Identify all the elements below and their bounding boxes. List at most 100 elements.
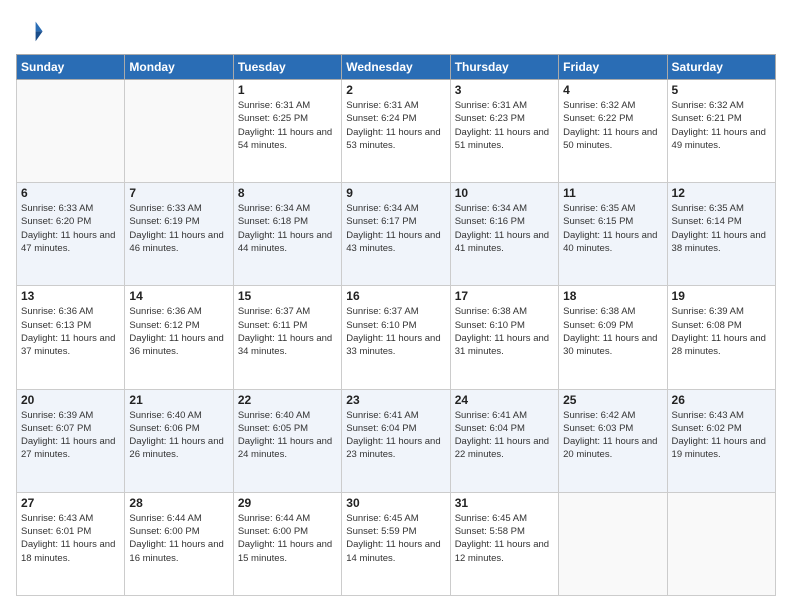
calendar-cell xyxy=(125,80,233,183)
day-info: Sunrise: 6:32 AMSunset: 6:21 PMDaylight:… xyxy=(672,99,771,152)
day-number: 2 xyxy=(346,83,445,97)
day-info: Sunrise: 6:34 AMSunset: 6:16 PMDaylight:… xyxy=(455,202,554,255)
day-info: Sunrise: 6:36 AMSunset: 6:13 PMDaylight:… xyxy=(21,305,120,358)
calendar-cell: 20 Sunrise: 6:39 AMSunset: 6:07 PMDayligh… xyxy=(17,389,125,492)
day-info: Sunrise: 6:33 AMSunset: 6:19 PMDaylight:… xyxy=(129,202,228,255)
day-info: Sunrise: 6:44 AMSunset: 6:00 PMDaylight:… xyxy=(129,512,228,565)
day-number: 13 xyxy=(21,289,120,303)
day-info: Sunrise: 6:40 AMSunset: 6:05 PMDaylight:… xyxy=(238,409,337,462)
day-number: 10 xyxy=(455,186,554,200)
week-row-4: 20 Sunrise: 6:39 AMSunset: 6:07 PMDayligh… xyxy=(17,389,776,492)
day-number: 15 xyxy=(238,289,337,303)
day-info: Sunrise: 6:41 AMSunset: 6:04 PMDaylight:… xyxy=(455,409,554,462)
day-info: Sunrise: 6:33 AMSunset: 6:20 PMDaylight:… xyxy=(21,202,120,255)
day-info: Sunrise: 6:39 AMSunset: 6:07 PMDaylight:… xyxy=(21,409,120,462)
weekday-header-tuesday: Tuesday xyxy=(233,55,341,80)
day-number: 6 xyxy=(21,186,120,200)
weekday-header-saturday: Saturday xyxy=(667,55,775,80)
day-number: 30 xyxy=(346,496,445,510)
weekday-header-monday: Monday xyxy=(125,55,233,80)
day-number: 22 xyxy=(238,393,337,407)
day-info: Sunrise: 6:42 AMSunset: 6:03 PMDaylight:… xyxy=(563,409,662,462)
calendar-table: SundayMondayTuesdayWednesdayThursdayFrid… xyxy=(16,54,776,596)
calendar-cell: 28 Sunrise: 6:44 AMSunset: 6:00 PMDayligh… xyxy=(125,492,233,595)
day-number: 31 xyxy=(455,496,554,510)
calendar-cell: 14 Sunrise: 6:36 AMSunset: 6:12 PMDayligh… xyxy=(125,286,233,389)
weekday-header-row: SundayMondayTuesdayWednesdayThursdayFrid… xyxy=(17,55,776,80)
calendar-cell: 17 Sunrise: 6:38 AMSunset: 6:10 PMDayligh… xyxy=(450,286,558,389)
logo xyxy=(16,16,48,44)
day-number: 20 xyxy=(21,393,120,407)
calendar-cell xyxy=(559,492,667,595)
week-row-1: 1Sunrise: 6:31 AMSunset: 6:25 PMDaylight… xyxy=(17,80,776,183)
day-number: 3 xyxy=(455,83,554,97)
day-info: Sunrise: 6:31 AMSunset: 6:25 PMDaylight:… xyxy=(238,99,337,152)
day-number: 14 xyxy=(129,289,228,303)
calendar-cell: 8Sunrise: 6:34 AMSunset: 6:18 PMDaylight… xyxy=(233,183,341,286)
calendar-cell: 21 Sunrise: 6:40 AMSunset: 6:06 PMDayligh… xyxy=(125,389,233,492)
calendar-cell: 5 Sunrise: 6:32 AMSunset: 6:21 PMDaylight… xyxy=(667,80,775,183)
day-info: Sunrise: 6:37 AMSunset: 6:11 PMDaylight:… xyxy=(238,305,337,358)
calendar-cell: 12 Sunrise: 6:35 AMSunset: 6:14 PMDayligh… xyxy=(667,183,775,286)
calendar-cell: 7 Sunrise: 6:33 AMSunset: 6:19 PMDaylight… xyxy=(125,183,233,286)
day-number: 27 xyxy=(21,496,120,510)
day-number: 17 xyxy=(455,289,554,303)
day-info: Sunrise: 6:43 AMSunset: 6:01 PMDaylight:… xyxy=(21,512,120,565)
calendar-cell: 4 Sunrise: 6:32 AMSunset: 6:22 PMDaylight… xyxy=(559,80,667,183)
weekday-header-friday: Friday xyxy=(559,55,667,80)
day-number: 12 xyxy=(672,186,771,200)
weekday-header-thursday: Thursday xyxy=(450,55,558,80)
day-number: 7 xyxy=(129,186,228,200)
day-number: 29 xyxy=(238,496,337,510)
calendar-cell xyxy=(667,492,775,595)
logo-icon xyxy=(16,16,44,44)
day-number: 21 xyxy=(129,393,228,407)
calendar-cell: 9 Sunrise: 6:34 AMSunset: 6:17 PMDaylight… xyxy=(342,183,450,286)
day-info: Sunrise: 6:36 AMSunset: 6:12 PMDaylight:… xyxy=(129,305,228,358)
day-number: 23 xyxy=(346,393,445,407)
day-number: 28 xyxy=(129,496,228,510)
day-info: Sunrise: 6:38 AMSunset: 6:10 PMDaylight:… xyxy=(455,305,554,358)
day-number: 19 xyxy=(672,289,771,303)
calendar-cell: 10 Sunrise: 6:34 AMSunset: 6:16 PMDayligh… xyxy=(450,183,558,286)
calendar-cell: 30Sunrise: 6:45 AMSunset: 5:59 PMDayligh… xyxy=(342,492,450,595)
week-row-3: 13 Sunrise: 6:36 AMSunset: 6:13 PMDayligh… xyxy=(17,286,776,389)
day-info: Sunrise: 6:34 AMSunset: 6:17 PMDaylight:… xyxy=(346,202,445,255)
calendar-cell: 22 Sunrise: 6:40 AMSunset: 6:05 PMDayligh… xyxy=(233,389,341,492)
day-info: Sunrise: 6:35 AMSunset: 6:14 PMDaylight:… xyxy=(672,202,771,255)
day-number: 8 xyxy=(238,186,337,200)
calendar-cell: 23 Sunrise: 6:41 AMSunset: 6:04 PMDayligh… xyxy=(342,389,450,492)
day-number: 4 xyxy=(563,83,662,97)
weekday-header-wednesday: Wednesday xyxy=(342,55,450,80)
day-number: 9 xyxy=(346,186,445,200)
calendar-cell: 3 Sunrise: 6:31 AMSunset: 6:23 PMDaylight… xyxy=(450,80,558,183)
calendar-cell: 13 Sunrise: 6:36 AMSunset: 6:13 PMDayligh… xyxy=(17,286,125,389)
day-number: 26 xyxy=(672,393,771,407)
day-info: Sunrise: 6:41 AMSunset: 6:04 PMDaylight:… xyxy=(346,409,445,462)
calendar-cell: 6 Sunrise: 6:33 AMSunset: 6:20 PMDaylight… xyxy=(17,183,125,286)
day-number: 25 xyxy=(563,393,662,407)
day-number: 18 xyxy=(563,289,662,303)
calendar-cell xyxy=(17,80,125,183)
day-number: 24 xyxy=(455,393,554,407)
calendar-cell: 1Sunrise: 6:31 AMSunset: 6:25 PMDaylight… xyxy=(233,80,341,183)
day-info: Sunrise: 6:38 AMSunset: 6:09 PMDaylight:… xyxy=(563,305,662,358)
day-number: 16 xyxy=(346,289,445,303)
day-info: Sunrise: 6:35 AMSunset: 6:15 PMDaylight:… xyxy=(563,202,662,255)
day-info: Sunrise: 6:31 AMSunset: 6:23 PMDaylight:… xyxy=(455,99,554,152)
calendar-cell: 31 Sunrise: 6:45 AMSunset: 5:58 PMDayligh… xyxy=(450,492,558,595)
day-info: Sunrise: 6:39 AMSunset: 6:08 PMDaylight:… xyxy=(672,305,771,358)
calendar-cell: 29 Sunrise: 6:44 AMSunset: 6:00 PMDayligh… xyxy=(233,492,341,595)
calendar-cell: 11Sunrise: 6:35 AMSunset: 6:15 PMDayligh… xyxy=(559,183,667,286)
day-number: 5 xyxy=(672,83,771,97)
day-info: Sunrise: 6:43 AMSunset: 6:02 PMDaylight:… xyxy=(672,409,771,462)
day-info: Sunrise: 6:44 AMSunset: 6:00 PMDaylight:… xyxy=(238,512,337,565)
calendar-cell: 16 Sunrise: 6:37 AMSunset: 6:10 PMDayligh… xyxy=(342,286,450,389)
day-info: Sunrise: 6:31 AMSunset: 6:24 PMDaylight:… xyxy=(346,99,445,152)
day-info: Sunrise: 6:32 AMSunset: 6:22 PMDaylight:… xyxy=(563,99,662,152)
day-info: Sunrise: 6:45 AMSunset: 5:58 PMDaylight:… xyxy=(455,512,554,565)
day-info: Sunrise: 6:40 AMSunset: 6:06 PMDaylight:… xyxy=(129,409,228,462)
day-info: Sunrise: 6:37 AMSunset: 6:10 PMDaylight:… xyxy=(346,305,445,358)
calendar-cell: 26 Sunrise: 6:43 AMSunset: 6:02 PMDayligh… xyxy=(667,389,775,492)
calendar-cell: 2 Sunrise: 6:31 AMSunset: 6:24 PMDaylight… xyxy=(342,80,450,183)
